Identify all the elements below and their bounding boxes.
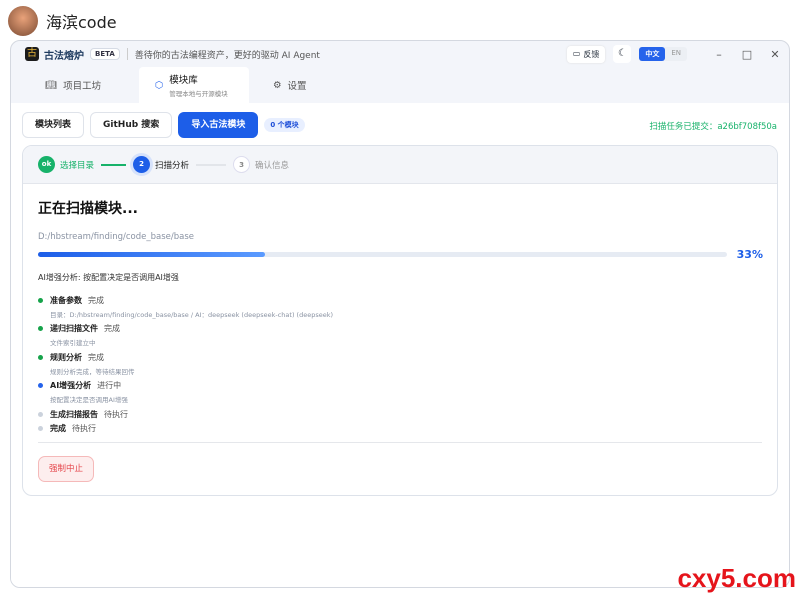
watermark: cxy5.com (677, 563, 796, 593)
module-list-button[interactable]: 模块列表 (22, 112, 85, 138)
import-module-button[interactable]: 导入古法模块 (178, 112, 259, 138)
main-content: 模块列表 GitHub 搜索 导入古法模块 0 个模块 扫描任务已提交：a26b… (11, 103, 789, 587)
status-dot (38, 354, 43, 360)
tab-subtitle: 管理本地与开源模块 (169, 90, 228, 98)
tab-modules[interactable]: ⬡ 模块库管理本地与开源模块 (139, 67, 249, 103)
beta-badge: BETA (90, 48, 120, 60)
progress-percent: 33% (736, 248, 763, 261)
tab-label: 项目工坊 (63, 81, 102, 92)
task-status: 扫描任务已提交：a26bf708f50a (649, 122, 777, 132)
github-search-button[interactable]: GitHub 搜索 (90, 112, 173, 138)
scan-step-item: 准备参数 完成 (38, 293, 333, 308)
status-dot (38, 326, 43, 332)
scan-step-status: 完成 (104, 324, 120, 334)
scan-step-status: 待执行 (104, 409, 128, 419)
scan-step-detail: 规则分析完成，等待结果回传 (50, 367, 135, 376)
tab-label: 模块库 (169, 75, 198, 86)
scan-path: D:/hbstream/finding/code_base/base (38, 232, 194, 242)
step-1-badge: ok (38, 156, 55, 173)
user-name: 海滨code (46, 13, 117, 32)
tab-label: 设置 (287, 81, 307, 92)
scan-step-item: 完成 待执行 (38, 422, 333, 437)
status-dot (38, 297, 43, 303)
step-1-label: 选择目录 (60, 160, 95, 171)
progress-fill (38, 252, 266, 257)
scan-step-name: AI增强分析 (50, 381, 92, 391)
status-dot (38, 383, 43, 389)
tagline: 善待你的古法编程资产，更好的驱动 AI Agent (134, 50, 320, 61)
tab-settings[interactable]: ⚙ 设置 (273, 67, 307, 103)
progress-bar (38, 252, 727, 257)
language-switch: 中文 EN (639, 47, 687, 61)
scan-step-status: 完成 (88, 352, 104, 362)
gear-icon: ⚙ (273, 79, 282, 91)
scan-step-status: 待执行 (72, 424, 96, 434)
scan-step-item: 生成扫描报告 待执行 (38, 407, 333, 422)
scan-step-item: AI增强分析 进行中 (38, 379, 333, 394)
status-dot (38, 426, 43, 432)
minimize-icon[interactable]: – (705, 48, 733, 61)
tab-projects[interactable]: 📖︎ 项目工坊 (45, 67, 101, 103)
scan-step-name: 递归扫描文件 (50, 324, 98, 334)
app-window: 古 古法熔炉 BETA 善待你的古法编程资产，更好的驱动 AI Agent ▭ 反… (10, 40, 790, 588)
divider (38, 442, 762, 443)
step-2-label: 扫描分析 (155, 160, 190, 171)
avatar (8, 6, 38, 36)
step-3-badge: 3 (233, 156, 251, 173)
cube-icon: ⬡ (155, 79, 164, 91)
feedback-label: 反馈 (583, 49, 600, 59)
scan-title: 正在扫描模块... (38, 201, 138, 217)
scan-step-detail: 文件索引建立中 (50, 339, 96, 347)
step-connector (101, 163, 127, 166)
user-header: 海滨code (8, 6, 117, 36)
scan-step-name: 生成扫描报告 (50, 409, 98, 419)
app-name: 古法熔炉 (44, 50, 84, 62)
maximize-icon[interactable]: □ (733, 48, 761, 61)
lang-en[interactable]: EN (665, 47, 687, 61)
close-icon[interactable]: ✕ (761, 48, 789, 61)
scan-info: AI增强分析: 按配置决定是否调用AI增强 (38, 273, 179, 282)
status-dot (38, 411, 43, 417)
scan-step-status: 完成 (88, 295, 104, 305)
module-count-badge: 0 个模块 (264, 118, 305, 132)
scan-step-detail: 目录：D:/hbstream/finding/code_base/base / … (50, 310, 334, 319)
feedback-button[interactable]: ▭ 反馈 (566, 45, 606, 63)
scan-card: ok 选择目录 2 扫描分析 3 确认信息 正在扫描模块... D:/hbstr… (22, 145, 778, 496)
scan-step-item: 递归扫描文件 完成 (38, 322, 333, 337)
chat-icon: ▭ (572, 48, 581, 58)
scan-step-status: 进行中 (97, 381, 122, 391)
scan-step-item: 规则分析 完成 (38, 350, 333, 365)
theme-toggle-moon-icon[interactable]: ☾ (613, 45, 632, 63)
step-2-badge: 2 (133, 156, 151, 173)
scan-step-detail: 按配置决定是否调用AI增强 (50, 396, 128, 404)
divider (126, 48, 128, 60)
book-icon: 📖︎ (45, 79, 58, 91)
scan-step-name: 规则分析 (50, 352, 82, 362)
scan-step-name: 完成 (50, 424, 66, 434)
force-stop-button[interactable]: 强制中止 (38, 456, 95, 482)
scan-step-name: 准备参数 (50, 295, 82, 305)
main-tabs: 📖︎ 项目工坊 ⬡ 模块库管理本地与开源模块 ⚙ 设置 (11, 67, 789, 103)
app-logo-icon: 古 (25, 47, 39, 61)
stepper: ok 选择目录 2 扫描分析 3 确认信息 (23, 146, 777, 184)
scan-steps-list: 准备参数 完成 目录：D:/hbstream/finding/code_base/b… (38, 293, 333, 436)
lang-zh[interactable]: 中文 (639, 47, 666, 61)
step-connector (196, 163, 227, 166)
title-bar: 古 古法熔炉 BETA 善待你的古法编程资产，更好的驱动 AI Agent ▭ 反… (11, 41, 789, 67)
step-3-label: 确认信息 (255, 160, 290, 171)
